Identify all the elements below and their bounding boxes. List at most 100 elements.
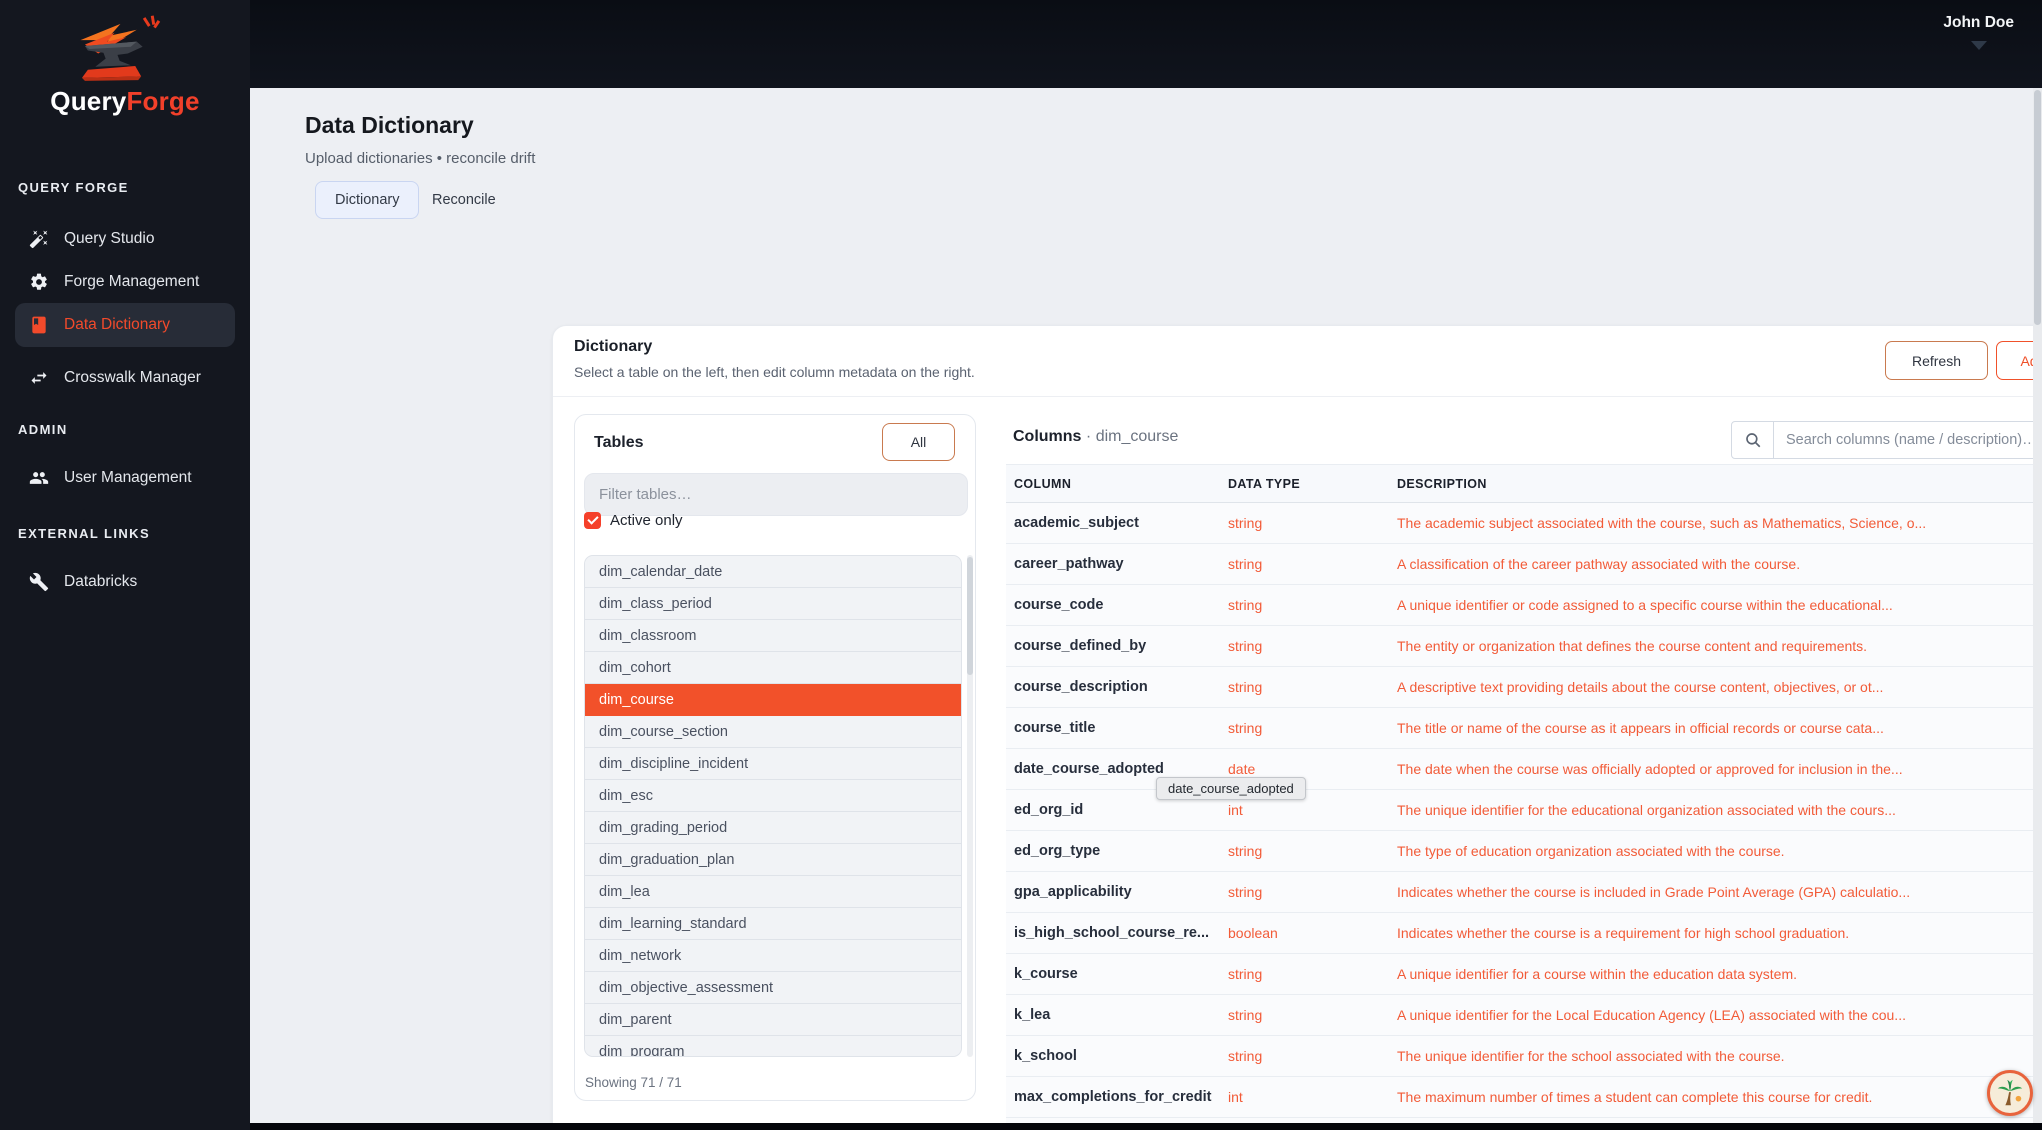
tables-list: dim_calendar_date dim_class_period dim_c… [584, 555, 962, 1057]
palm-tree-badge[interactable] [1987, 1070, 2033, 1116]
column-name: course_description [1014, 679, 1148, 695]
table-list-item[interactable]: dim_parent [585, 1004, 961, 1036]
sidebar-item-databricks[interactable]: Databricks [15, 560, 235, 604]
column-description[interactable]: A unique identifier for a course within … [1397, 966, 2042, 982]
sidebar-item-label: Databricks [64, 573, 138, 590]
columns-table-header: COLUMN DATA TYPE DESCRIPTION ACTIVE [1006, 464, 2042, 503]
active-only-label: Active only [610, 512, 683, 529]
table-name: dim_esc [599, 787, 653, 804]
table-list-item[interactable]: dim_class_period [585, 588, 961, 620]
table-name: dim_graduation_plan [599, 851, 735, 868]
column-description[interactable]: A classification of the career pathway a… [1397, 556, 2042, 572]
queryforge-logo [58, 12, 174, 86]
tables-card: Tables All Active only dim_calendar_date [574, 414, 976, 1101]
sidebar-item-label: Forge Management [64, 273, 200, 290]
column-data-type: string [1228, 720, 1263, 736]
table-list-item[interactable]: dim_classroom [585, 620, 961, 652]
column-description[interactable]: The maximum number of times a student ca… [1397, 1089, 2042, 1105]
column-description[interactable]: Indicates whether the course is included… [1397, 884, 2042, 900]
sidebar-item-query-studio[interactable]: Query Studio [15, 217, 235, 261]
column-description[interactable]: A unique identifier for the Local Educat… [1397, 1007, 2042, 1023]
sidebar-item-label: Data Dictionary [64, 316, 170, 333]
columns-table-body: academic_subject string The academic sub… [1006, 503, 2042, 1130]
tables-count: Showing 71 / 71 [585, 1075, 682, 1090]
table-name: dim_program [599, 1043, 685, 1057]
column-row: k_school string The unique identifier fo… [1006, 1036, 2042, 1077]
sidebar-item-label: User Management [64, 469, 192, 486]
filter-tables-input[interactable] [584, 473, 968, 516]
column-description[interactable]: The title or name of the course as it ap… [1397, 720, 2042, 736]
user-name: John Doe [1943, 14, 2014, 31]
gear-icon [29, 272, 49, 292]
column-name: career_pathway [1014, 556, 1124, 572]
table-list-item[interactable]: dim_network [585, 940, 961, 972]
search-columns-box [1731, 421, 2042, 459]
column-row: gpa_applicability string Indicates wheth… [1006, 872, 2042, 913]
column-description[interactable]: The academic subject associated with the… [1397, 515, 2042, 531]
table-list-item[interactable]: dim_discipline_incident [585, 748, 961, 780]
table-list-item[interactable]: dim_program [585, 1036, 961, 1057]
tab-dictionary[interactable]: Dictionary [315, 181, 420, 219]
column-description[interactable]: A descriptive text providing details abo… [1397, 679, 2042, 695]
column-description[interactable]: The entity or organization that defines … [1397, 638, 2042, 654]
table-list-item[interactable]: dim_cohort [585, 652, 961, 684]
columns-section: Columns · dim_course COLUMN DATA TYPE DE… [1006, 421, 2042, 1130]
column-data-type: string [1228, 1048, 1263, 1064]
table-list-item[interactable]: dim_objective_assessment [585, 972, 961, 1004]
column-data-type: string [1228, 515, 1263, 531]
table-list-item[interactable]: dim_course [585, 684, 961, 716]
refresh-button[interactable]: Refresh [1885, 341, 1988, 380]
section-label-query-forge: QUERY FORGE [18, 180, 129, 195]
column-row: k_course string A unique identifier for … [1006, 954, 2042, 995]
header-description: DESCRIPTION [1397, 476, 1487, 491]
main-content: Data Dictionary Upload dictionaries • re… [250, 88, 2042, 1130]
sidebar-item-forge-management[interactable]: Forge Management [15, 260, 235, 304]
column-description[interactable]: The unique identifier for the educationa… [1397, 802, 2042, 818]
table-name: dim_cohort [599, 659, 671, 676]
column-data-type: string [1228, 966, 1263, 982]
table-list-item[interactable]: dim_calendar_date [585, 556, 961, 588]
column-name: k_lea [1014, 1007, 1051, 1023]
column-description[interactable]: The unique identifier for the school ass… [1397, 1048, 2042, 1064]
table-list-item[interactable]: dim_learning_standard [585, 908, 961, 940]
table-list-item[interactable]: dim_esc [585, 780, 961, 812]
table-name: dim_course [599, 691, 674, 708]
page-subtitle: Upload dictionaries • reconcile drift [305, 150, 536, 167]
swap-arrows-icon [29, 368, 49, 388]
sidebar-item-data-dictionary[interactable]: Data Dictionary [15, 303, 235, 347]
chevron-down-icon [1970, 41, 1987, 50]
table-list-item[interactable]: dim_graduation_plan [585, 844, 961, 876]
scrollbar-thumb[interactable] [967, 557, 973, 675]
search-columns-input[interactable] [1774, 422, 2042, 458]
column-description[interactable]: Indicates whether the course is a requir… [1397, 925, 2042, 941]
tables-list-scrollbar[interactable] [967, 555, 973, 1057]
tab-reconcile[interactable]: Reconcile [413, 181, 515, 219]
column-row: k_lea string A unique identifier for the… [1006, 995, 2042, 1036]
active-only-toggle[interactable]: Active only [584, 512, 683, 529]
column-description[interactable]: A unique identifier or code assigned to … [1397, 597, 2042, 613]
column-description[interactable]: The type of education organization assoc… [1397, 843, 2042, 859]
column-description[interactable]: The date when the course was officially … [1397, 761, 2042, 777]
scrollbar-thumb[interactable] [2034, 90, 2041, 325]
table-list-item[interactable]: dim_lea [585, 876, 961, 908]
sidebar-item-crosswalk-manager[interactable]: Crosswalk Manager [15, 356, 235, 400]
all-filter-button[interactable]: All [882, 423, 955, 461]
app-window: QueryForge QUERY FORGE Query Studio Forg… [0, 0, 2042, 1130]
user-menu[interactable]: John Doe [1943, 14, 2014, 50]
column-name-tooltip: date_course_adopted [1156, 777, 1306, 800]
page-scrollbar[interactable] [2033, 88, 2042, 1123]
header-data-type: DATA TYPE [1228, 476, 1301, 491]
column-name: course_title [1014, 720, 1096, 736]
book-icon [29, 315, 49, 335]
topbar: John Doe [250, 0, 2042, 88]
table-list-item[interactable]: dim_course_section [585, 716, 961, 748]
tools-icon [29, 572, 49, 592]
active-only-checkbox[interactable] [584, 512, 601, 529]
table-name: dim_grading_period [599, 819, 728, 836]
column-data-type: int [1228, 1089, 1243, 1105]
wand-icon [29, 229, 49, 249]
sidebar-item-user-management[interactable]: User Management [15, 456, 235, 500]
table-list-item[interactable]: dim_grading_period [585, 812, 961, 844]
table-name: dim_discipline_incident [599, 755, 749, 772]
sidebar-item-label: Query Studio [64, 230, 155, 247]
